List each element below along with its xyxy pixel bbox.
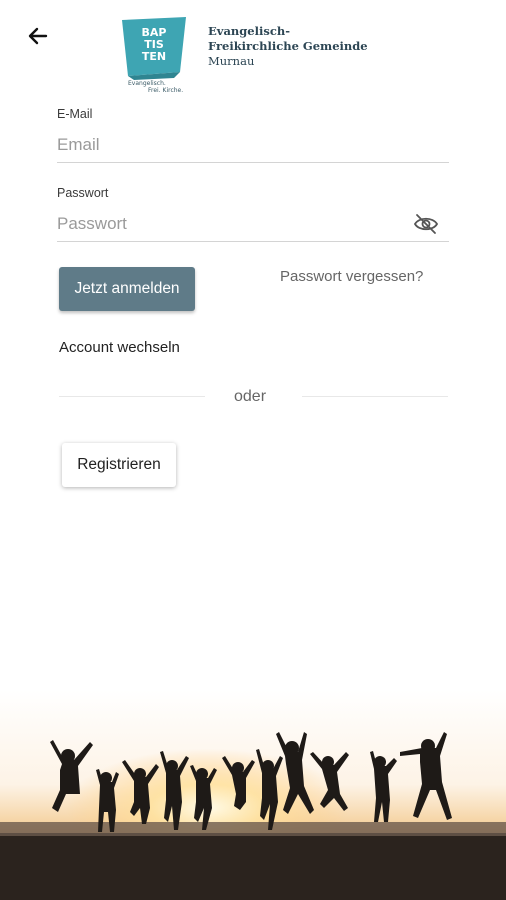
organization-name: Evangelisch- Freikirchliche Gemeinde Mur… — [208, 24, 368, 69]
forgot-password-link[interactable]: Passwort vergessen? — [280, 268, 423, 285]
register-button[interactable]: Registrieren — [62, 443, 176, 487]
password-label: Passwort — [57, 186, 109, 200]
logo-tagline-line2: Frei. Kirche. — [148, 87, 183, 94]
hero-image — [0, 690, 506, 900]
login-button[interactable]: Jetzt anmelden — [59, 267, 195, 311]
divider-right — [302, 396, 448, 397]
switch-account-link[interactable]: Account wechseln — [59, 339, 180, 356]
email-label: E-Mail — [57, 107, 93, 121]
back-button[interactable] — [22, 20, 54, 52]
or-separator: oder — [234, 388, 267, 405]
password-visibility-toggle[interactable] — [413, 212, 439, 236]
logo-badge-line3: TEN — [142, 50, 166, 63]
org-line-1: Evangelisch- — [208, 24, 290, 38]
divider-left — [59, 396, 205, 397]
eye-off-icon — [413, 214, 439, 234]
arrow-left-icon — [28, 27, 48, 45]
org-line-2: Freikirchliche Gemeinde — [208, 39, 368, 53]
logo-tagline-line1: Evangelisch. — [128, 80, 166, 87]
org-line-3: Murnau — [208, 54, 255, 68]
password-field[interactable] — [57, 207, 449, 242]
baptisten-logo: BAP TIS TEN Evangelisch. Frei. Kirche. — [122, 17, 186, 94]
email-field[interactable] — [57, 128, 449, 163]
